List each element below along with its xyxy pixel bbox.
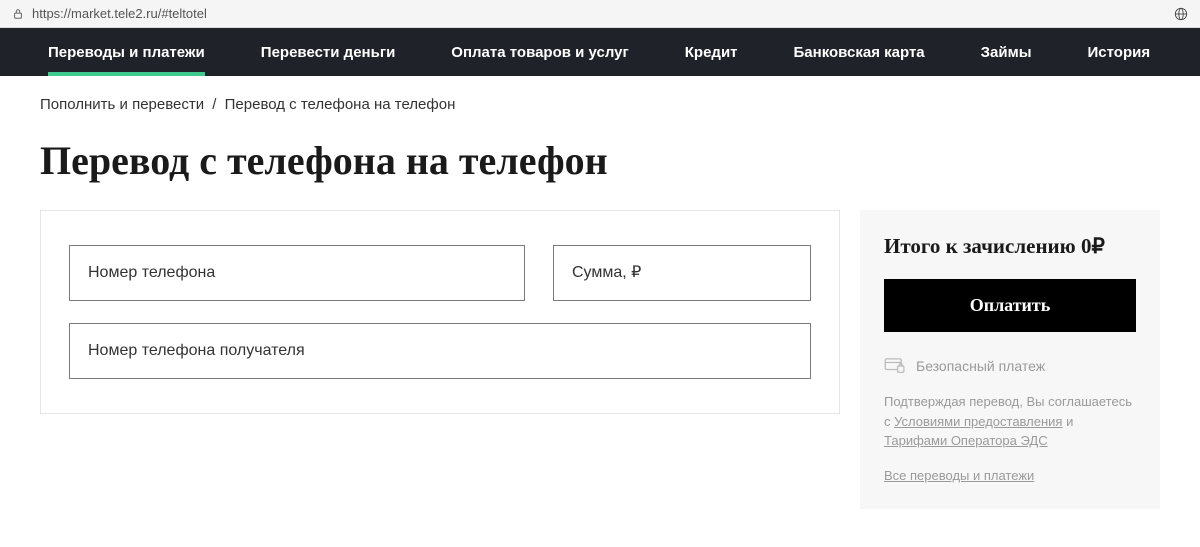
secure-payment-badge: Безопасный платеж (884, 358, 1136, 374)
nav-item-pay-goods-services[interactable]: Оплата товаров и услуг (423, 28, 656, 76)
recipient-phone-input[interactable] (69, 323, 811, 379)
terms-link[interactable]: Условиями предоставления (894, 414, 1062, 429)
globe-icon[interactable] (1174, 7, 1188, 21)
url-text[interactable]: https://market.tele2.ru/#teltotel (32, 6, 207, 21)
nav-item-history[interactable]: История (1060, 28, 1179, 76)
lock-icon (12, 8, 24, 20)
pay-button[interactable]: Оплатить (884, 279, 1136, 332)
secure-payment-label: Безопасный платеж (916, 358, 1045, 374)
sender-phone-input[interactable] (69, 245, 525, 301)
card-lock-icon (884, 358, 906, 374)
nav-item-bank-card[interactable]: Банковская карта (766, 28, 953, 76)
nav-item-transfer-money[interactable]: Перевести деньги (233, 28, 424, 76)
breadcrumb-parent[interactable]: Пополнить и перевести (40, 96, 204, 113)
transfer-form (40, 210, 840, 414)
breadcrumb-current: Перевод с телефона на телефон (225, 96, 456, 113)
nav-item-transfers-payments[interactable]: Переводы и платежи (20, 28, 233, 76)
nav-item-credit[interactable]: Кредит (657, 28, 766, 76)
amount-input[interactable] (553, 245, 811, 301)
all-transfers-link[interactable]: Все переводы и платежи (884, 468, 1034, 483)
browser-url-bar: https://market.tele2.ru/#teltotel (0, 0, 1200, 28)
nav-item-loans[interactable]: Займы (953, 28, 1060, 76)
summary-sidebar: Итого к зачислению 0₽ Оплатить Безопасны… (860, 210, 1160, 509)
main-nav: Переводы и платежи Перевести деньги Опла… (0, 28, 1200, 76)
total-amount-label: Итого к зачислению 0₽ (884, 234, 1136, 259)
page-title: Перевод с телефона на телефон (40, 123, 1160, 210)
breadcrumb-separator: / (212, 96, 216, 113)
breadcrumb: Пополнить и перевести / Перевод с телефо… (40, 76, 1160, 123)
tariffs-link[interactable]: Тарифами Оператора ЭДС (884, 433, 1048, 448)
disclaimer-text: Подтверждая перевод, Вы соглашаетесь с У… (884, 392, 1136, 451)
